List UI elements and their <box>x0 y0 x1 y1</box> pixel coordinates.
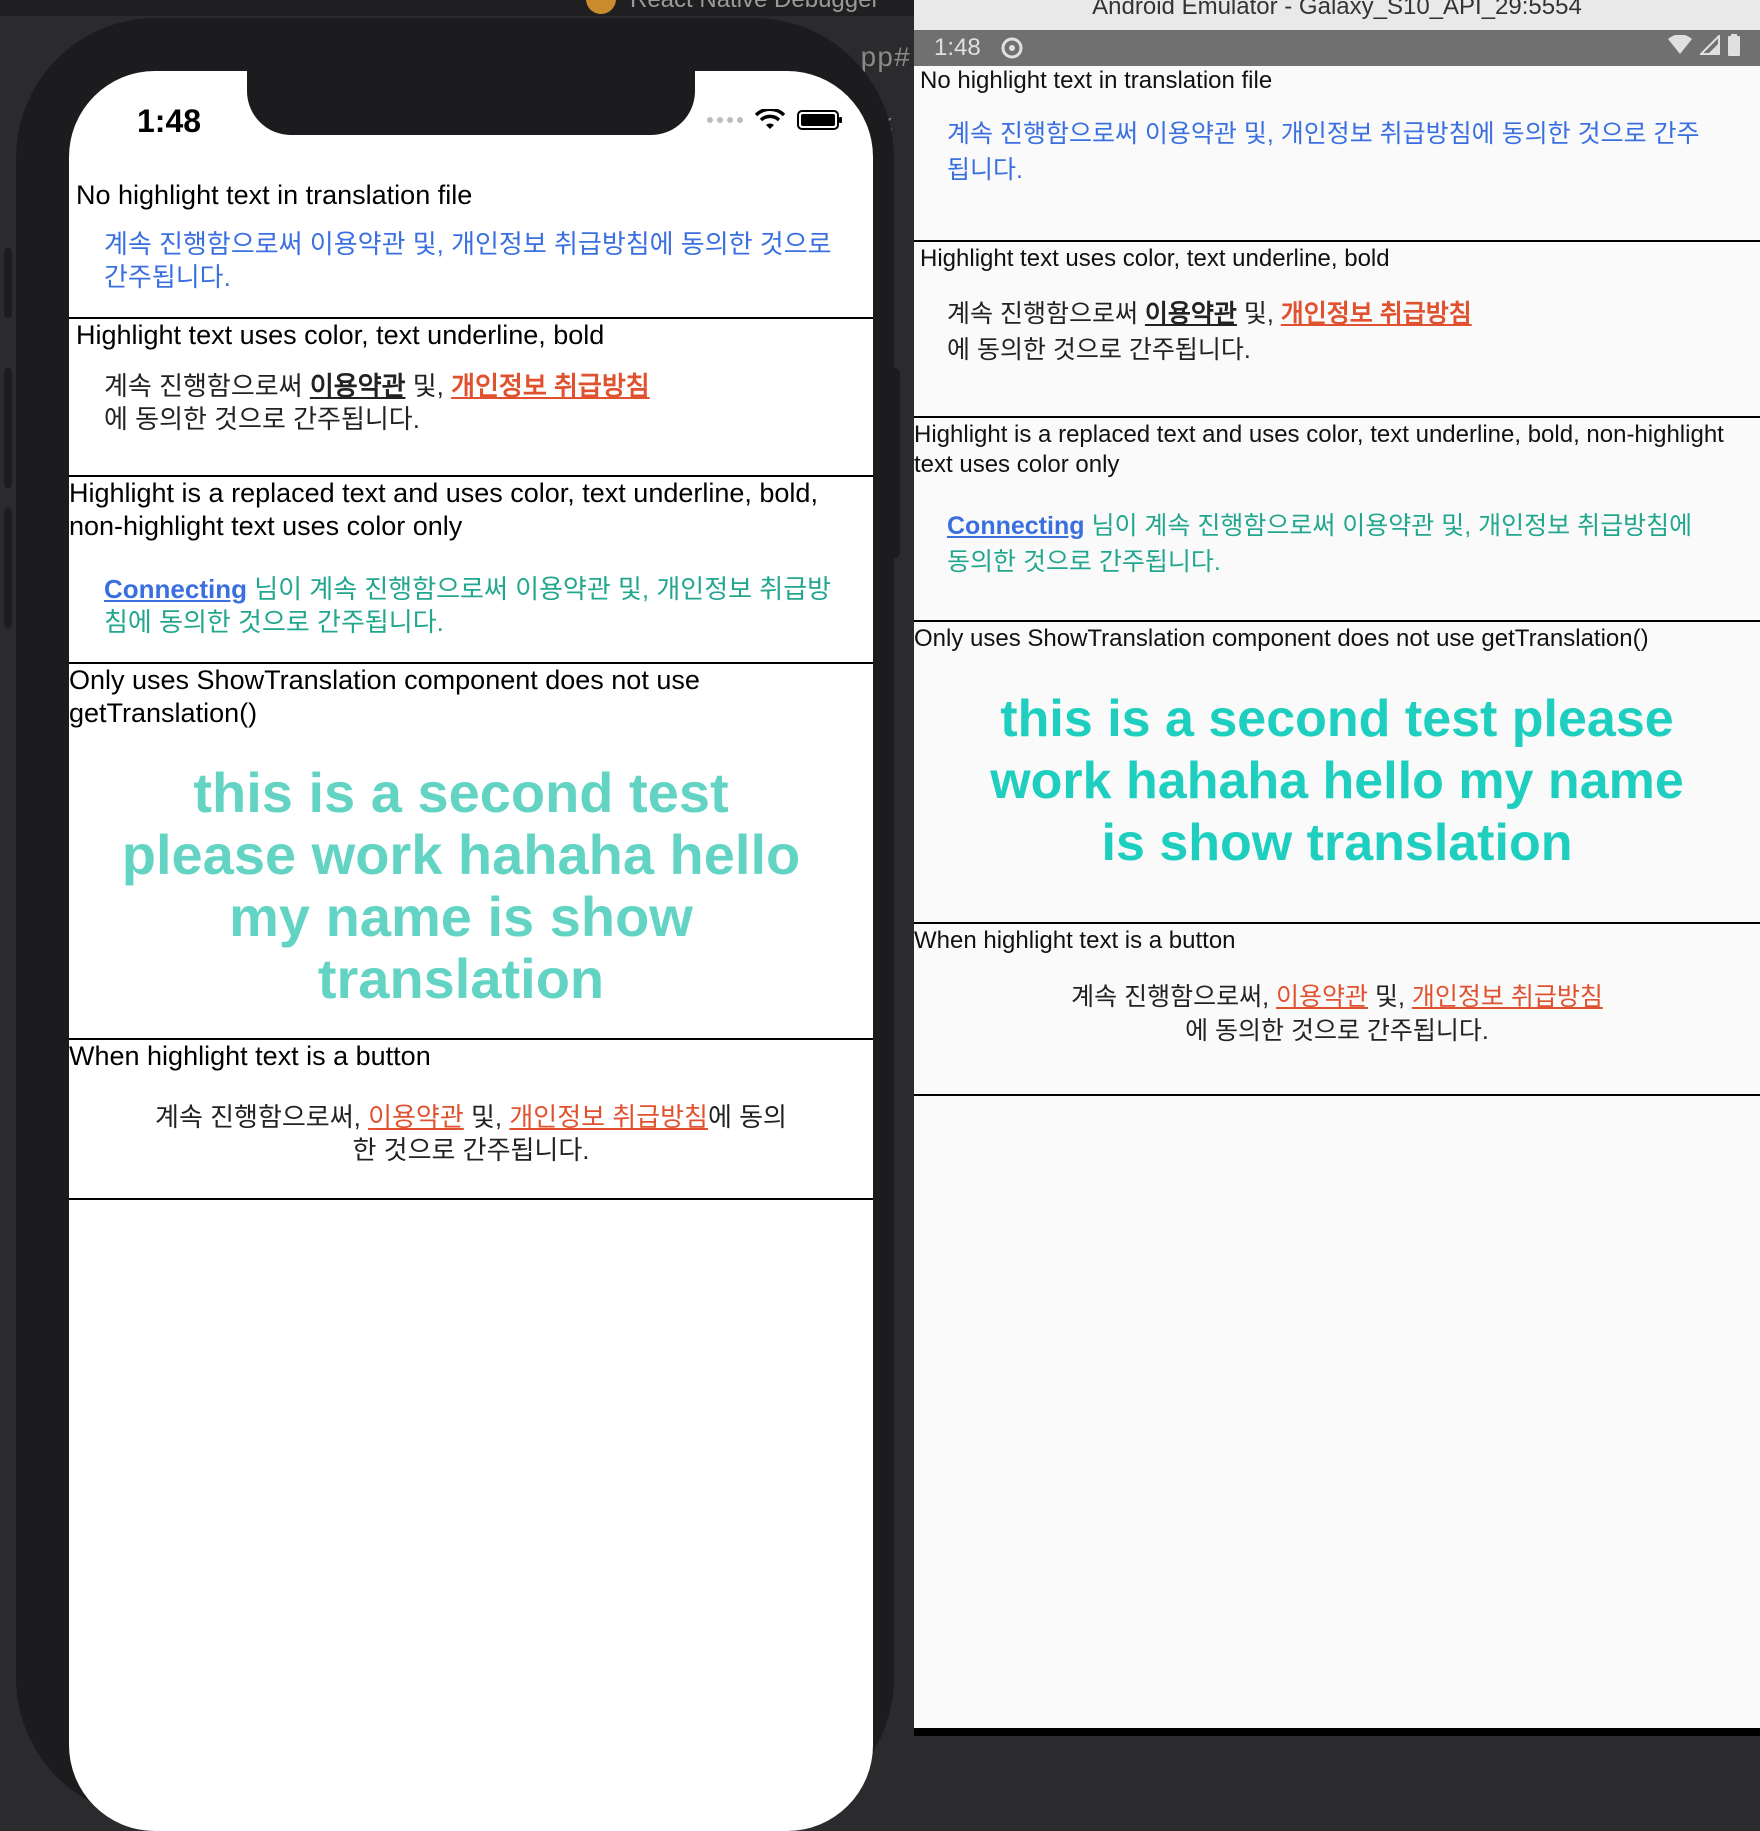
battery-icon <box>1728 34 1740 56</box>
background-code-text: pp# <box>860 44 911 75</box>
android-section-highlight-style: Highlight text uses color, text underlin… <box>914 242 1760 418</box>
translation-text: 계속 진행함으로써 이용약관 및, 개인정보 취급방침에 동의한 것으로 간주됩… <box>69 352 873 436</box>
section-label: Only uses ShowTranslation component does… <box>914 625 1649 652</box>
privacy-highlight: 개인정보 취급방침 <box>451 371 650 401</box>
android-content: No highlight text in translation file 계속… <box>914 66 1760 1096</box>
section-label: No highlight text in translation file <box>76 180 473 210</box>
plain-text: 계속 진행함으로써, <box>155 1102 369 1132</box>
ios-section-button-highlight: When highlight text is a button 계속 진행함으로… <box>69 1040 873 1200</box>
signal-icon <box>707 117 743 123</box>
translation-text: Connecting 님이 계속 진행함으로써 이용약관 및, 개인정보 취급방… <box>914 480 1760 580</box>
privacy-button[interactable]: 개인정보 취급방침 <box>509 1102 708 1132</box>
plain-text: 에 동의한 것으로 간주됩니다. <box>104 404 420 434</box>
terms-highlight: 이용약관 <box>309 371 406 401</box>
section-label: Highlight is a replaced text and uses co… <box>914 421 1724 478</box>
android-section-replaced-highlight: Highlight is a replaced text and uses co… <box>914 418 1760 622</box>
plain-text: 및, <box>405 371 452 401</box>
translation-text: 계속 진행함으로써 이용약관 및, 개인정보 취급방침에 동의한 것으로 간주됩… <box>914 274 1760 368</box>
battery-icon <box>797 110 842 130</box>
section-label: Only uses ShowTranslation component does… <box>69 665 700 728</box>
android-section-no-highlight: No highlight text in translation file 계속… <box>914 66 1760 242</box>
iphone-volume-up <box>4 368 12 488</box>
terms-button[interactable]: 이용약관 <box>368 1102 464 1132</box>
plain-text: 및, <box>463 1102 510 1132</box>
iphone-mute-switch <box>4 248 12 318</box>
cell-signal-icon <box>1700 35 1720 55</box>
section-label: When highlight text is a button <box>914 927 1236 954</box>
translation-text: 계속 진행함으로써 이용약관 및, 개인정보 취급방침에 동의한 것으로 간주됩… <box>104 229 832 292</box>
android-notification-icon <box>1001 37 1023 59</box>
privacy-button[interactable]: 개인정보 취급방침 <box>1412 983 1603 1011</box>
plain-text: 에 동의한 것으로 간주됩니다. <box>947 336 1251 364</box>
ios-status-icons <box>707 109 843 131</box>
debugger-window-title: React Native Debugger <box>630 0 879 14</box>
iphone-power-button <box>890 368 900 558</box>
ios-section-show-translation: Only uses ShowTranslation component does… <box>69 664 873 1040</box>
section-label: When highlight text is a button <box>69 1041 431 1071</box>
section-label: Highlight text uses color, text underlin… <box>76 320 605 350</box>
terms-highlight: 이용약관 <box>1144 300 1237 328</box>
react-native-debugger-icon <box>586 0 616 14</box>
ios-section-replaced-highlight: Highlight is a replaced text and uses co… <box>69 477 873 664</box>
ios-content: No highlight text in translation file 계속… <box>69 159 873 1200</box>
ios-section-highlight-style: Highlight text uses color, text underlin… <box>69 319 873 477</box>
plain-text: 및, <box>1368 983 1412 1011</box>
section-label: Highlight text uses color, text underlin… <box>920 245 1390 272</box>
ios-screen: 1:48 No highlight text in translation fi… <box>69 71 873 1831</box>
translation-text: Connecting 님이 계속 진행함으로써 이용약관 및, 개인정보 취급방… <box>69 543 873 639</box>
plain-text: 계속 진행함으로써 <box>947 300 1145 328</box>
android-section-show-translation: Only uses ShowTranslation component does… <box>914 622 1760 924</box>
iphone-simulator: 1:48 No highlight text in translation fi… <box>4 18 900 1831</box>
plain-text: 및, <box>1236 300 1281 328</box>
translation-text: 계속 진행함으로써, 이용약관 및, 개인정보 취급방침에 동의한 것으로 간주… <box>914 956 1760 1048</box>
plain-text: 계속 진행함으로써 <box>104 371 310 401</box>
show-translation-text: this is a second test please work hahaha… <box>121 761 801 1010</box>
show-translation-text: this is a second test please work hahaha… <box>990 690 1684 872</box>
ios-section-no-highlight: No highlight text in translation file 계속… <box>69 159 873 319</box>
android-section-button-highlight: When highlight text is a button 계속 진행함으로… <box>914 924 1760 1096</box>
privacy-highlight: 개인정보 취급방침 <box>1280 300 1472 328</box>
android-status-time: 1:48 <box>934 34 981 61</box>
emulator-window-title: Android Emulator - Galaxy_S10_API_29:555… <box>914 0 1760 30</box>
android-emulator: Android Emulator - Galaxy_S10_API_29:555… <box>914 0 1760 1736</box>
android-bottom-edge <box>914 1728 1760 1736</box>
translation-text: 계속 진행함으로써 이용약관 및, 개인정보 취급방침에 동의한 것으로 간주됩… <box>947 120 1700 184</box>
android-status-icons <box>1668 34 1740 56</box>
plain-text: 에 동의한 것으로 간주됩니다. <box>1185 1017 1489 1045</box>
iphone-volume-down <box>4 508 12 628</box>
plain-text: 계속 진행함으로써, <box>1071 983 1277 1011</box>
section-label: Highlight is a replaced text and uses co… <box>69 478 818 541</box>
section-label: No highlight text in translation file <box>920 67 1273 94</box>
name-highlight: Connecting <box>104 574 247 604</box>
translation-text: 계속 진행함으로써, 이용약관 및, 개인정보 취급방침에 동의한 것으로 간주… <box>69 1073 873 1167</box>
wifi-icon <box>755 109 785 129</box>
ios-status-time: 1:48 <box>137 103 202 139</box>
iphone-notch <box>247 71 695 135</box>
name-highlight: Connecting <box>947 512 1085 540</box>
terms-button[interactable]: 이용약관 <box>1276 983 1368 1011</box>
wifi-icon <box>1668 35 1692 54</box>
android-status-bar: 1:48 <box>914 30 1760 66</box>
